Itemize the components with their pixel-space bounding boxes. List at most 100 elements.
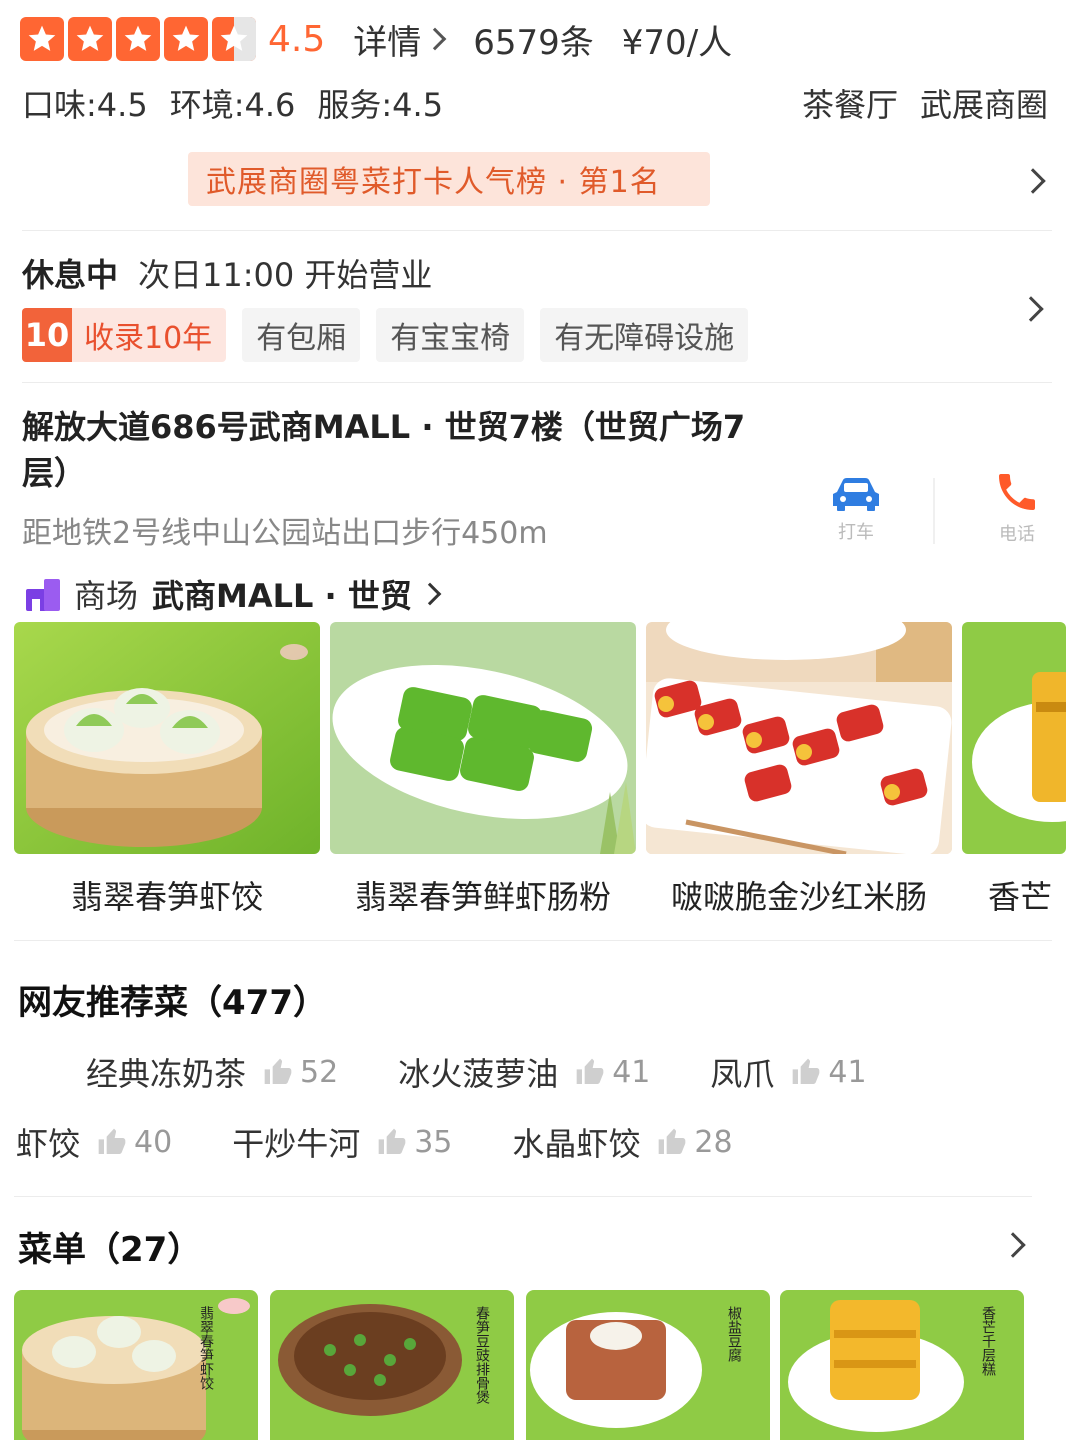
rating-score: 4.5: [268, 18, 326, 60]
years-label: 收录10年: [84, 321, 213, 356]
detail-label: 详情: [353, 22, 422, 63]
recommended-item[interactable]: 经典冻奶茶 52: [86, 1049, 338, 1095]
menu-cards: 翡翠春笋虾饺 春笋豆豉排骨煲 椒盐豆腐 香芒千层糕: [0, 1290, 1080, 1440]
dish-card[interactable]: 啵啵脆金沙红米肠: [646, 622, 952, 922]
featured-dishes: 翡翠春笋虾饺 翡翠春笋鲜虾肠粉 啵啵脆金沙红米肠 香芒: [0, 622, 1080, 922]
price-per-person: ¥70/人: [621, 22, 733, 63]
address-line[interactable]: 解放大道686号武商MALL · 世贸7楼（世贸广场7层）: [22, 404, 782, 496]
metro-distance: 距地铁2号线中山公园站出口步行450m: [22, 516, 548, 551]
thumbs-up-icon: [576, 1058, 604, 1084]
rank-banner[interactable]: 武展商圈粤菜打卡人气榜 · 第1名: [188, 152, 710, 206]
chevron-right-icon[interactable]: [1000, 1232, 1026, 1258]
dish-name: 香芒: [988, 878, 1053, 916]
status-state: 休息中: [22, 256, 119, 294]
sub-scores: 口味:4.5 环境:4.6 服务:4.5: [22, 80, 465, 126]
thumbs-up-icon: [659, 1128, 686, 1154]
recommended-item[interactable]: 虾饺 40: [16, 1119, 172, 1165]
years-listed-tag: 10 收录10年: [22, 308, 227, 362]
like-count: 35: [414, 1124, 453, 1160]
recommended-title[interactable]: 网友推荐菜（477）: [18, 975, 327, 1024]
menu-card-caption: 春笋豆豉排骨煲: [474, 1306, 490, 1404]
mall-name: 武商MALL · 世贸: [152, 577, 412, 615]
status-next-open: 次日11:00 开始营业: [138, 256, 433, 294]
subscore-row: 口味:4.5 环境:4.6 服务:4.5 茶餐厅 武展商圈: [22, 80, 1048, 126]
dish-photo: [14, 622, 320, 854]
dish-card[interactable]: 香芒: [962, 622, 1066, 922]
category-district[interactable]: 武展商圈: [920, 86, 1048, 124]
tag-baby-chair: 有宝宝椅: [376, 308, 525, 362]
like-count: 52: [300, 1054, 339, 1090]
dish-card[interactable]: 翡翠春笋鲜虾肠粉: [330, 622, 636, 922]
dish-photo: [330, 622, 636, 854]
phone-label: 电话: [999, 524, 1035, 545]
star-rating: [20, 17, 256, 61]
chevron-right-icon: [418, 582, 442, 606]
thumbs-up-icon: [98, 1128, 126, 1154]
years-badge: 10: [22, 308, 72, 362]
menu-card[interactable]: 翡翠春笋虾饺: [14, 1290, 258, 1440]
recommended-name: 凤爪: [710, 1055, 775, 1093]
star-icon: [164, 17, 208, 61]
mall-kind: 商场: [74, 577, 139, 615]
divider: [22, 230, 1052, 231]
menu-title[interactable]: 菜单（27）: [18, 1222, 201, 1271]
divider: [933, 478, 935, 544]
taste-score: 口味:4.5: [22, 86, 148, 124]
recommended-name: 虾饺: [16, 1125, 81, 1163]
star-icon: [68, 17, 112, 61]
environment-score: 环境:4.6: [169, 86, 296, 124]
like-count: 41: [828, 1054, 867, 1090]
tag-private-room: 有包厢: [242, 308, 361, 362]
mall-building-icon: [26, 579, 60, 611]
recommended-item[interactable]: 水晶虾饺 28: [512, 1119, 732, 1165]
taxi-button[interactable]: 打车: [826, 474, 886, 554]
dish-card[interactable]: 翡翠春笋虾饺: [14, 622, 320, 922]
category-cuisine[interactable]: 茶餐厅: [802, 86, 898, 124]
business-status[interactable]: 休息中 次日11:00 开始营业: [22, 250, 432, 296]
chevron-right-icon: [423, 27, 447, 51]
dish-name: 啵啵脆金沙红米肠: [670, 878, 927, 916]
dish-photo: [646, 622, 952, 854]
feature-tags: 10 收录10年 有包厢 有宝宝椅 有无障碍设施: [22, 308, 749, 362]
like-count: 28: [694, 1124, 733, 1160]
chevron-right-icon[interactable]: [1018, 296, 1044, 322]
divider: [22, 382, 1052, 383]
recommended-name: 水晶虾饺: [512, 1125, 641, 1163]
dish-photo: [962, 622, 1066, 854]
star-icon: [20, 17, 64, 61]
rank-banner-row[interactable]: 武展商圈粤菜打卡人气榜 · 第1名: [0, 150, 1080, 212]
menu-card[interactable]: 春笋豆豉排骨煲: [270, 1290, 514, 1440]
menu-card[interactable]: 椒盐豆腐: [526, 1290, 770, 1440]
menu-card-photo: [14, 1290, 258, 1440]
dish-name: 翡翠春笋虾饺: [70, 878, 263, 916]
like-count: 40: [134, 1124, 173, 1160]
phone-icon: [999, 474, 1035, 510]
thumbs-up-icon: [378, 1128, 406, 1154]
recommended-item[interactable]: 干炒牛河 35: [232, 1119, 452, 1165]
menu-card-caption: 椒盐豆腐: [726, 1306, 742, 1362]
like-count: 41: [612, 1054, 651, 1090]
thumbs-up-icon: [264, 1058, 292, 1084]
recommended-row: 虾饺 40 干炒牛河 35 水晶虾饺 28: [16, 1119, 733, 1165]
menu-card[interactable]: 香芒千层糕: [780, 1290, 1024, 1440]
categories: 茶餐厅 武展商圈: [780, 80, 1048, 126]
half-star-icon: [212, 17, 256, 61]
phone-button[interactable]: 电话: [982, 468, 1052, 554]
chevron-right-icon[interactable]: [1020, 168, 1046, 194]
mall-link[interactable]: 商场 武商MALL · 世贸: [24, 570, 442, 618]
service-score: 服务:4.5: [317, 86, 444, 124]
recommended-item[interactable]: 冰火菠萝油 41: [398, 1049, 650, 1095]
taxi-label: 打车: [838, 522, 874, 543]
rating-row: 4.5 详情 6579条 ¥70/人: [20, 14, 732, 64]
menu-card-caption: 翡翠春笋虾饺: [198, 1306, 214, 1390]
recommended-name: 干炒牛河: [232, 1125, 361, 1163]
recommended-name: 冰火菠萝油: [398, 1055, 559, 1093]
recommended-item[interactable]: 凤爪 41: [710, 1049, 866, 1095]
thumbs-up-icon: [793, 1058, 820, 1084]
tag-accessibility: 有无障碍设施: [540, 308, 749, 362]
review-count[interactable]: 6579条: [473, 15, 594, 64]
divider: [14, 1196, 1032, 1197]
dish-name: 翡翠春笋鲜虾肠粉: [354, 878, 611, 916]
rating-detail-link[interactable]: 详情: [353, 15, 447, 64]
star-icon: [116, 17, 160, 61]
